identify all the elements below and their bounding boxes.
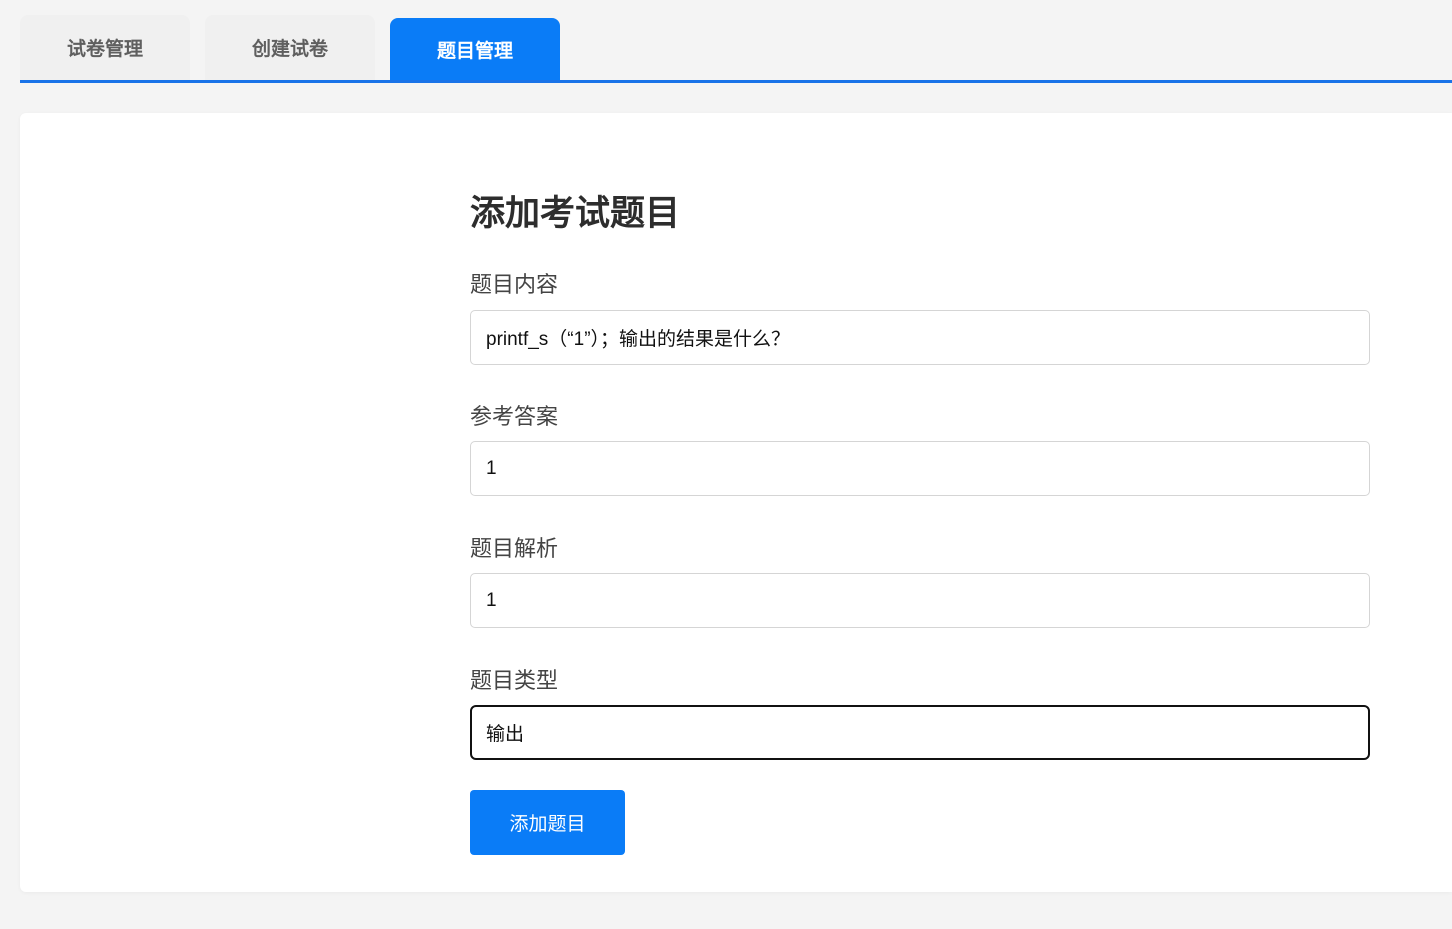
analysis-label: 题目解析 — [470, 537, 559, 562]
tab-create-exam[interactable]: 创建试卷 — [205, 15, 375, 80]
analysis-input[interactable] — [470, 573, 1370, 628]
tab-label: 创建试卷 — [251, 38, 328, 60]
tab-exam-management[interactable]: 试卷管理 — [20, 15, 190, 80]
content-input[interactable] — [470, 310, 1370, 365]
tab-label: 题目管理 — [436, 39, 513, 62]
tab-question-management[interactable]: 题目管理 — [390, 18, 560, 80]
type-label: 题目类型 — [470, 669, 559, 694]
add-question-button[interactable]: 添加题目 — [470, 790, 625, 855]
content-label: 题目内容 — [470, 273, 559, 298]
type-input[interactable] — [470, 705, 1370, 760]
answer-label: 参考答案 — [470, 405, 559, 430]
main-card: 添加考试题目 题目内容 参考答案 题目解析 题目类型 添加题目 — [20, 113, 1452, 892]
tab-bar: 试卷管理 创建试卷 题目管理 — [20, 0, 1452, 83]
page-title: 添加考试题目 — [470, 194, 681, 234]
answer-input[interactable] — [470, 441, 1370, 496]
tab-label: 试卷管理 — [66, 38, 143, 60]
